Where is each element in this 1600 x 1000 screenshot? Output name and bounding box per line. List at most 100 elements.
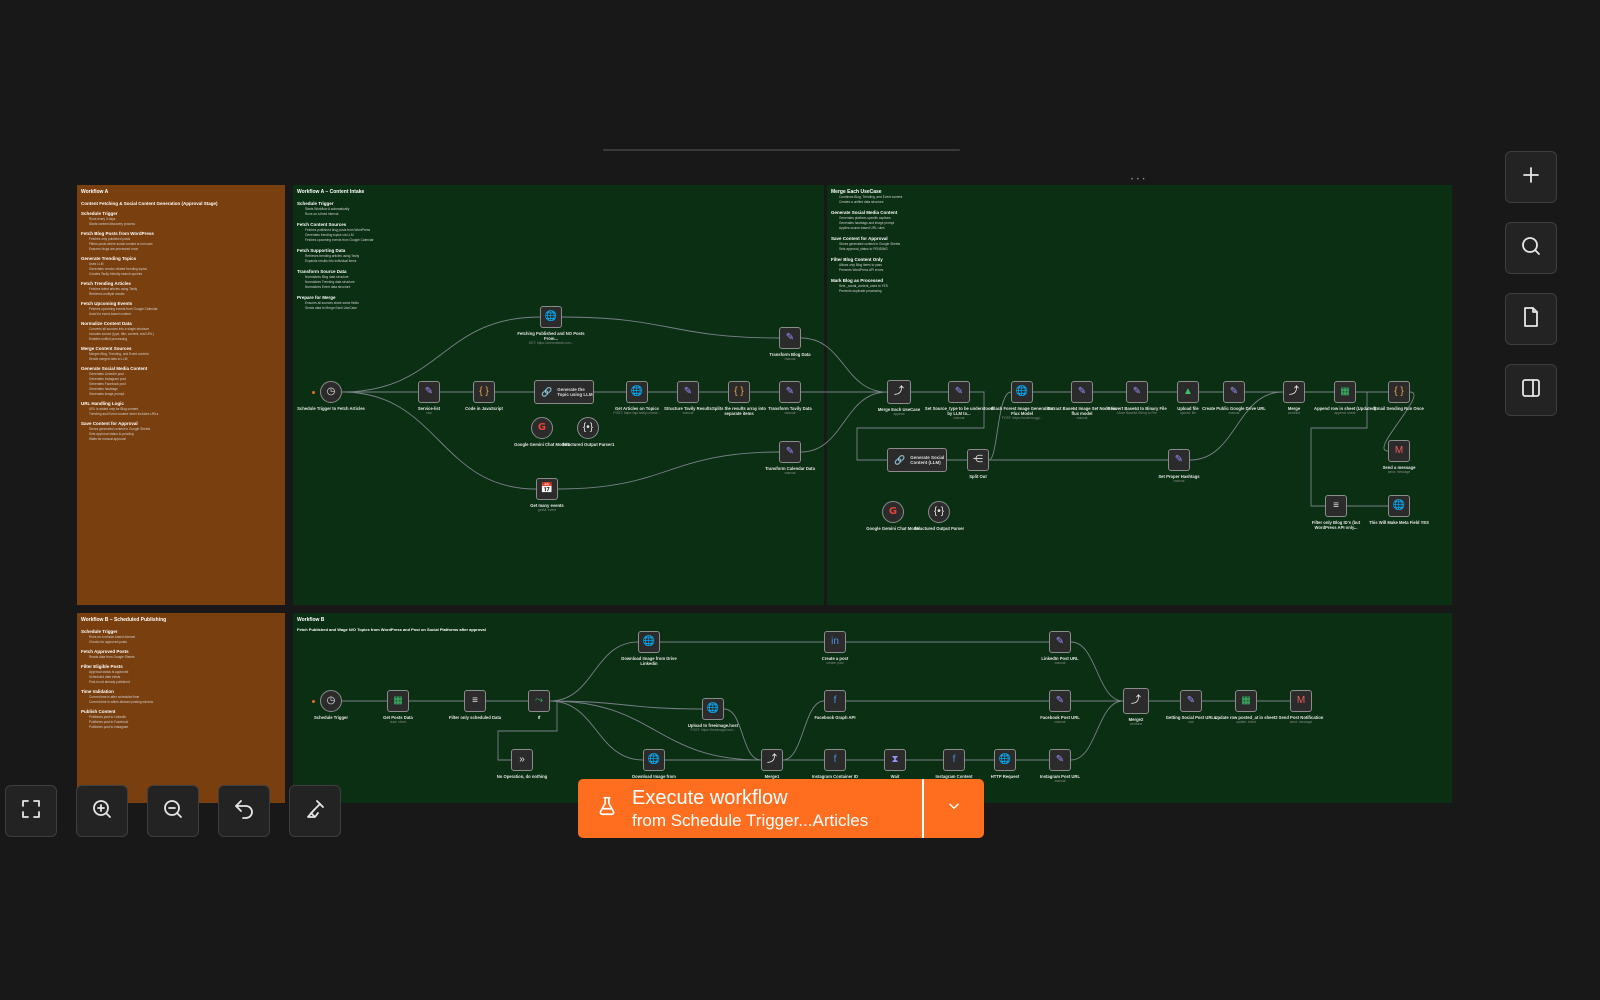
node-download-image-b[interactable]: 🌐 Download Image from <box>632 749 676 779</box>
node-box[interactable]: 🔗 Generate Social Content (LLM) <box>887 448 947 472</box>
node-upload-file[interactable]: ▲ Upload file upload: file <box>1177 381 1199 415</box>
node-gemini-model-2[interactable]: G Google Gemini Chat Model <box>866 501 920 531</box>
node-download-drive-linkedin[interactable]: 🌐 Download Image from Drive Linkedin <box>621 631 677 666</box>
node-box[interactable]: 📅 <box>536 478 558 500</box>
node-box[interactable]: » <box>511 749 533 771</box>
node-set-source-type[interactable]: ✎ Set Source_type to be understood by LLM… <box>925 381 993 420</box>
node-box[interactable]: ✎ <box>1126 381 1148 403</box>
search-button[interactable] <box>1505 222 1557 274</box>
node-facebook-graph[interactable]: f Facebook Graph API <box>814 690 856 720</box>
node-box[interactable]: ≡ <box>464 690 486 712</box>
node-box[interactable]: { } <box>728 381 750 403</box>
node-split-out[interactable]: ⋲ Split Out <box>967 449 989 479</box>
node-box[interactable]: ≡ <box>1325 495 1347 517</box>
node-send-post-notification[interactable]: M Send Post Notification send: message <box>1279 690 1323 724</box>
node-upload-freeimage[interactable]: 🌐 Upload to freeimage.host POST: https://f… <box>688 698 738 732</box>
node-if-node[interactable]: ⤳ If <box>528 690 550 720</box>
sticky-note-button[interactable] <box>1505 293 1557 345</box>
node-box[interactable]: ⧗ <box>884 749 906 771</box>
node-structured-parser-1[interactable]: {•} Structured Output Parser1 <box>562 417 614 447</box>
node-box[interactable]: 🌐 <box>540 306 562 328</box>
node-fetch-published[interactable]: 🌐 Fetching Published and NO Posts From...… <box>517 306 585 345</box>
toggle-panel-button[interactable] <box>1505 364 1557 416</box>
execute-options-dropdown[interactable] <box>924 779 984 838</box>
node-box[interactable]: ⤴ <box>1283 381 1305 403</box>
node-append-sheet[interactable]: ▦ Append row in sheet (Updated) append: sh… <box>1314 381 1376 415</box>
node-box[interactable]: G <box>882 501 904 523</box>
node-box[interactable]: f <box>824 690 846 712</box>
node-filter-blog[interactable]: ≡ Filter only Blog ID's (but WordPress AP… <box>1312 495 1360 530</box>
node-structured-parser-2[interactable]: {•} Structured Output Parser <box>914 501 964 531</box>
node-code-js[interactable]: { } Code in JavaScript <box>465 381 503 411</box>
zoom-out-button[interactable] <box>147 785 199 837</box>
node-filter-scheduled[interactable]: ≡ Filter only scheduled Data <box>449 690 501 720</box>
node-box[interactable]: ⤴ <box>1123 688 1149 714</box>
node-box[interactable]: ✎ <box>948 381 970 403</box>
node-box[interactable]: 🔗 Generate the Topic using LLM <box>534 380 594 404</box>
node-instagram-url[interactable]: ✎ Instagram Post URL manual <box>1040 749 1080 783</box>
node-box[interactable]: ✎ <box>1223 381 1245 403</box>
node-getting-social-urls[interactable]: ✎ Getting Social Post URLs raw <box>1166 690 1216 724</box>
node-send-message-a[interactable]: M Send a message send: message <box>1383 440 1415 474</box>
node-http-request[interactable]: 🌐 HTTP Request <box>991 749 1019 779</box>
node-box[interactable]: ✎ <box>1049 690 1071 712</box>
node-service-list[interactable]: ✎ Service-list raw <box>418 381 440 415</box>
node-transform-calendar[interactable]: ✎ Transform Calendar Data manual <box>765 441 815 475</box>
node-gemini-model-1[interactable]: G Google Gemini Chat Model1 <box>514 417 570 447</box>
node-box[interactable]: ▦ <box>1235 690 1257 712</box>
workflow-canvas[interactable]: • • • Workflow A Content Fetching & Soci… <box>0 0 1600 1000</box>
node-merge-b1[interactable]: ⤴ Merge1 <box>761 749 783 779</box>
node-merge-a[interactable]: ⤴ Merge combine <box>1283 381 1305 415</box>
node-box[interactable]: ✎ <box>779 381 801 403</box>
node-gen-topic-llm[interactable]: 🔗 Generate the Topic using LLM <box>534 380 594 404</box>
node-create-drive-url[interactable]: ✎ Create Public Google Drive URL manual <box>1202 381 1266 415</box>
node-box[interactable]: M <box>1388 440 1410 462</box>
node-box[interactable]: ▲ <box>1177 381 1199 403</box>
node-box[interactable]: ▦ <box>1334 381 1356 403</box>
node-merge-usecase[interactable]: ⤴ Merge Each UseCase append <box>878 380 920 416</box>
node-merge2[interactable]: ⤴ Merge2 combine <box>1123 688 1149 726</box>
node-update-row[interactable]: ▦ Update row posted_at in sheet2 update: s… <box>1214 690 1278 724</box>
execute-workflow-button[interactable]: Execute workflow from Schedule Trigger..… <box>578 779 984 838</box>
node-gen-social-llm[interactable]: 🔗 Generate Social Content (LLM) <box>887 448 947 472</box>
node-facebook-url[interactable]: ✎ Facebook Post URL manual <box>1040 690 1080 724</box>
tidy-up-button[interactable] <box>289 785 341 837</box>
node-box[interactable]: {•} <box>577 417 599 439</box>
node-box[interactable]: in <box>824 631 846 653</box>
node-box[interactable]: ✎ <box>1049 749 1071 771</box>
node-box[interactable]: M <box>1290 690 1312 712</box>
node-box[interactable]: { } <box>473 381 495 403</box>
node-box[interactable]: 🌐 <box>702 698 724 720</box>
node-linkedin-url[interactable]: ✎ LinkedIn Post URL manual <box>1041 631 1079 665</box>
node-structure-tavily[interactable]: ✎ Structure Tavily Results manual <box>664 381 712 415</box>
zoom-in-button[interactable] <box>76 785 128 837</box>
node-black-forest[interactable]: 🌐 Black Forest Image Generation Flux Mode… <box>991 381 1053 420</box>
node-get-posts-data[interactable]: ▦ Get Posts Data read: sheet <box>383 690 413 724</box>
node-no-operation[interactable]: » No Operation, do nothing <box>497 749 547 779</box>
node-box[interactable]: 🌐 <box>1011 381 1033 403</box>
add-node-button[interactable] <box>1505 151 1557 203</box>
node-box[interactable]: ⤴ <box>887 380 911 404</box>
node-box[interactable]: ▦ <box>387 690 409 712</box>
node-box[interactable]: ⤴ <box>761 749 783 771</box>
node-box[interactable]: ✎ <box>418 381 440 403</box>
node-box[interactable]: ⋲ <box>967 449 989 471</box>
node-instagram-content[interactable]: f Instagram Content <box>936 749 973 779</box>
node-box[interactable]: 🌐 <box>1388 495 1410 517</box>
fit-view-button[interactable] <box>5 785 57 837</box>
node-schedule-trigger-b[interactable]: ◷ Schedule Trigger <box>312 690 348 720</box>
node-box[interactable]: ✎ <box>677 381 699 403</box>
execute-workflow-main[interactable]: Execute workflow from Schedule Trigger..… <box>578 779 922 838</box>
node-box[interactable]: ✎ <box>1049 631 1071 653</box>
node-box[interactable]: { } <box>1388 381 1410 403</box>
node-make-meta[interactable]: 🌐 This Will Make Meta Field YES <box>1369 495 1429 525</box>
node-box[interactable]: ✎ <box>779 327 801 349</box>
node-box[interactable]: ✎ <box>1168 449 1190 471</box>
node-extract-base64[interactable]: ✎ Extract Base64 Image Set Node for flux … <box>1047 381 1117 420</box>
node-box[interactable]: ✎ <box>779 441 801 463</box>
node-box[interactable]: ⤳ <box>528 690 550 712</box>
node-splits-array[interactable]: { } Splits the results array into separat… <box>712 381 766 416</box>
node-box[interactable]: ✎ <box>1071 381 1093 403</box>
node-box[interactable]: f <box>943 749 965 771</box>
node-wait[interactable]: ⧗ Wait <box>884 749 906 779</box>
